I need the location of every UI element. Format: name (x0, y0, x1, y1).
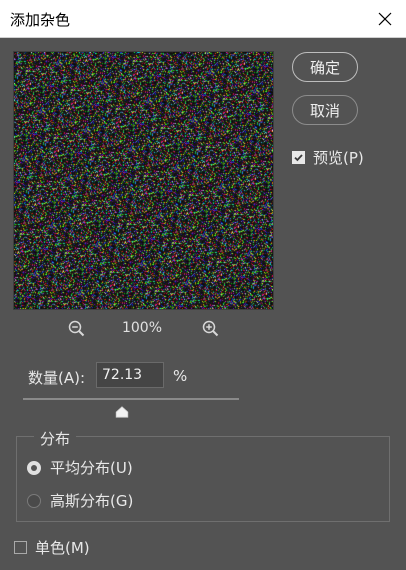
slider-thumb-icon[interactable] (115, 403, 129, 418)
amount-input[interactable] (96, 362, 164, 388)
zoom-level: 100% (121, 320, 163, 336)
monochromatic-checkbox-label: 单色(M) (35, 539, 90, 557)
noise-preview-canvas (14, 52, 273, 309)
radio-uniform-label: 平均分布(U) (50, 459, 133, 477)
close-icon[interactable] (370, 4, 400, 34)
radio-gaussian-label: 高斯分布(G) (50, 492, 134, 510)
checkbox-box[interactable] (14, 541, 27, 554)
amount-label: 数量(A): (28, 369, 86, 387)
radio-uniform-distribution[interactable]: 平均分布(U) (27, 457, 133, 478)
preview-checkbox-label: 预览(P) (313, 149, 364, 167)
preview-checkbox[interactable]: 预览(P) (292, 147, 364, 168)
radio-gaussian-distribution[interactable]: 高斯分布(G) (27, 490, 133, 511)
amount-slider[interactable] (23, 398, 239, 420)
amount-unit: % (173, 367, 188, 385)
check-icon[interactable] (292, 151, 305, 164)
dialog-title: 添加杂色 (10, 11, 71, 29)
distribution-title: 分布 (34, 428, 77, 449)
slider-track[interactable] (23, 398, 239, 400)
dialog-titlebar: 添加杂色 (0, 0, 406, 38)
zoom-in-icon[interactable] (201, 319, 221, 339)
monochromatic-checkbox[interactable]: 单色(M) (14, 537, 90, 558)
noise-preview[interactable] (13, 51, 274, 310)
ok-button[interactable]: 确定 (292, 52, 358, 82)
radio-button[interactable] (27, 460, 41, 475)
zoom-out-icon[interactable] (67, 319, 87, 339)
cancel-button[interactable]: 取消 (292, 95, 358, 125)
radio-button[interactable] (27, 493, 41, 508)
